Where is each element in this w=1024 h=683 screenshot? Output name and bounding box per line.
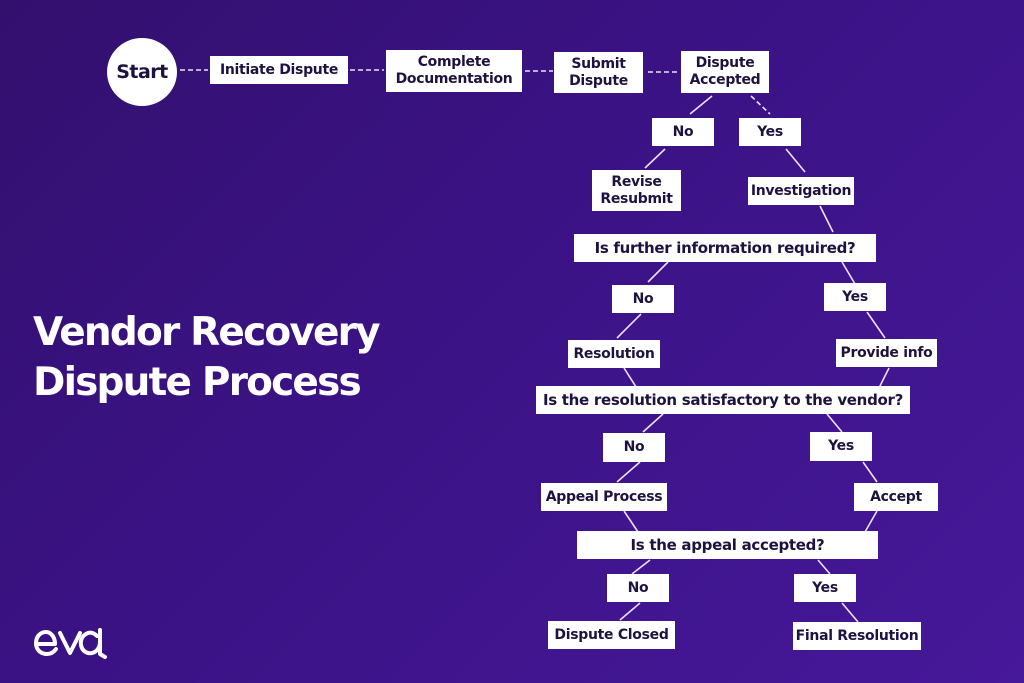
satisfactory-no-label: No — [623, 439, 645, 455]
submit-dispute-label-1: Submit — [571, 55, 626, 72]
dispute-closed-node: Dispute Closed — [548, 621, 675, 649]
accepted-no-node: No — [652, 118, 714, 146]
connector-q2-yes — [826, 413, 843, 433]
investigation-label: Investigation — [750, 182, 852, 199]
connector-q2-no — [642, 413, 664, 433]
further-info-yes-label: Yes — [842, 288, 868, 305]
connector-yes-investigation — [785, 148, 806, 173]
connector-q3-yes — [817, 559, 831, 575]
resolution-label: Resolution — [573, 345, 655, 362]
question-appeal-accepted-node: Is the appeal accepted? — [577, 531, 878, 559]
complete-documentation-label-2: Documentation — [395, 71, 513, 87]
satisfactory-yes-label: Yes — [828, 438, 854, 454]
page-title-line-2: Dispute Process — [33, 360, 362, 405]
connector-no-resolution — [616, 313, 642, 339]
dispute-closed-label: Dispute Closed — [554, 626, 669, 643]
question-satisfactory-label: Is the resolution satisfactory to the ve… — [542, 390, 904, 409]
further-info-yes-node: Yes — [824, 283, 886, 311]
start-node: Start — [107, 38, 177, 106]
submit-dispute-node: Submit Dispute — [554, 52, 643, 93]
connector-q3-no — [631, 559, 651, 575]
appeal-process-node: Appeal Process — [541, 483, 667, 511]
further-info-no-node: No — [612, 285, 674, 313]
final-resolution-node: Final Resolution — [793, 622, 921, 650]
initiate-dispute-label: Initiate Dispute — [219, 61, 339, 78]
connector-q1-no — [647, 261, 669, 283]
complete-documentation-node: Complete Documentation — [386, 50, 522, 92]
connector-yes-accept — [862, 461, 878, 483]
connector-accepted-yes — [750, 95, 771, 115]
accept-node: Accept — [854, 483, 938, 511]
submit-dispute-label-2: Dispute — [569, 72, 628, 89]
initiate-dispute-node: Initiate Dispute — [210, 56, 348, 84]
dispute-accepted-label-2: Accepted — [689, 72, 761, 88]
connector-no-revise — [644, 148, 666, 169]
appeal-no-node: No — [607, 574, 669, 602]
page-title: Vendor Recovery Dispute Process — [33, 308, 381, 408]
connector-investigation-question — [819, 205, 834, 233]
accepted-yes-node: Yes — [739, 118, 801, 146]
accepted-yes-label: Yes — [757, 123, 783, 140]
question-further-information-label: Is further information required? — [594, 238, 856, 257]
connector-yes-final — [841, 602, 859, 623]
page-title-line-1: Vendor Recovery — [33, 310, 381, 355]
accepted-no-label: No — [672, 123, 694, 140]
connector-accept-q3 — [864, 510, 878, 533]
connector-yes-provideinfo — [866, 311, 886, 339]
question-satisfactory-node: Is the resolution satisfactory to the ve… — [536, 386, 910, 414]
dispute-accepted-node: Dispute Accepted — [681, 51, 769, 93]
revise-resubmit-node: Revise Resubmit — [592, 170, 681, 211]
revise-resubmit-label-2: Resubmit — [600, 190, 673, 207]
appeal-yes-label: Yes — [812, 579, 838, 596]
satisfactory-no-node: No — [603, 433, 665, 462]
connector-q1-yes — [841, 261, 856, 285]
appeal-process-label: Appeal Process — [545, 488, 663, 505]
connector-no-appeal — [616, 461, 641, 483]
accept-label: Accept — [870, 488, 922, 505]
eva-logo-icon — [34, 628, 107, 659]
dispute-accepted-label-1: Dispute — [695, 55, 755, 71]
provide-info-label: Provide info — [840, 344, 933, 361]
complete-documentation-label-1: Complete — [417, 54, 491, 70]
connector-appeal-q3 — [623, 510, 639, 533]
resolution-node: Resolution — [568, 340, 660, 368]
investigation-node: Investigation — [748, 177, 854, 205]
appeal-yes-node: Yes — [794, 574, 856, 602]
question-appeal-accepted-label: Is the appeal accepted? — [630, 535, 825, 554]
further-info-no-label: No — [632, 290, 654, 307]
question-further-information-node: Is further information required? — [574, 234, 876, 262]
start-label: Start — [116, 61, 168, 83]
provide-info-node: Provide info — [836, 339, 937, 367]
connector-no-closed — [619, 602, 641, 621]
revise-resubmit-label-1: Revise — [611, 173, 662, 190]
satisfactory-yes-node: Yes — [810, 432, 872, 461]
appeal-no-label: No — [627, 579, 649, 596]
final-resolution-label: Final Resolution — [795, 627, 919, 644]
connector-accepted-no — [689, 95, 713, 115]
